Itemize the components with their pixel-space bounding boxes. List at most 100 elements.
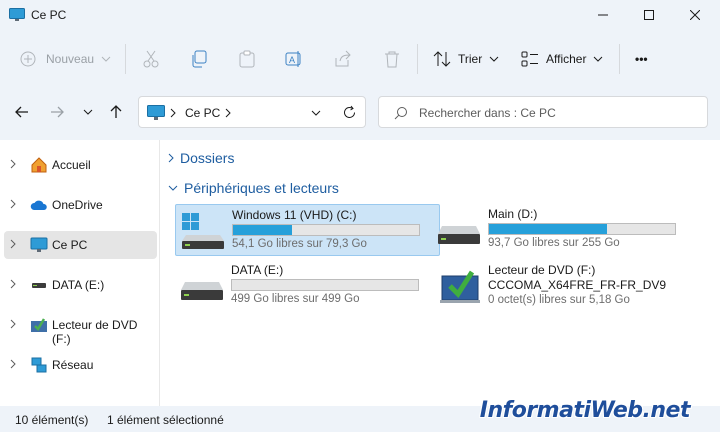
- watermark-logo: InformatiWeb.net: [479, 398, 691, 423]
- sort-icon: [433, 51, 451, 67]
- sidebar-item-dvd-drive[interactable]: Lecteur de DVD (F:): [4, 311, 157, 346]
- rename-button[interactable]: A: [285, 38, 303, 80]
- dvd-drive-icon: [440, 270, 480, 303]
- chevron-right-icon[interactable]: [10, 159, 16, 169]
- drive-tile-c[interactable]: Windows 11 (VHD) (C:) 54,1 Go libres sur…: [175, 204, 440, 256]
- copy-icon: [192, 50, 207, 68]
- dvd-icon: [31, 318, 47, 332]
- copy-button[interactable]: [190, 38, 208, 80]
- more-icon: •••: [635, 52, 648, 66]
- chevron-down-icon: [489, 56, 499, 62]
- search-icon: [394, 107, 407, 120]
- drive-tile-f[interactable]: Lecteur de DVD (F:) CCCOMA_X64FRE_FR-FR_…: [432, 260, 697, 312]
- item-count: 10 élément(s): [15, 413, 89, 427]
- scissors-icon: [143, 50, 159, 68]
- new-label: Nouveau: [46, 52, 95, 66]
- sort-button[interactable]: Trier: [433, 38, 499, 80]
- main-pane: Dossiers Périphériques et lecteurs Windo…: [160, 140, 720, 406]
- chevron-right-icon: [170, 108, 176, 118]
- share-button[interactable]: [334, 38, 352, 80]
- forward-button[interactable]: [47, 102, 67, 122]
- chevron-right-icon[interactable]: [10, 279, 16, 289]
- delete-button[interactable]: [383, 38, 401, 80]
- drive-name: Windows 11 (VHD) (C:): [232, 208, 357, 222]
- refresh-icon[interactable]: [342, 105, 357, 120]
- monitor-icon: [9, 8, 25, 21]
- free-space: 0 octet(s) libres sur 5,18 Go: [488, 294, 630, 306]
- sidebar-item-label: OneDrive: [52, 198, 103, 212]
- separator: [619, 44, 620, 74]
- chevron-right-icon[interactable]: [10, 199, 16, 209]
- separator: [125, 44, 126, 74]
- chevron-right-icon[interactable]: [10, 319, 16, 329]
- arrow-up-icon: [110, 105, 122, 118]
- search-box[interactable]: Rechercher dans : Ce PC: [378, 96, 708, 128]
- svg-text:A: A: [289, 55, 295, 65]
- windows-drive-icon: [182, 213, 224, 249]
- usage-fill: [233, 225, 293, 235]
- free-space: 499 Go libres sur 499 Go: [231, 293, 360, 305]
- paste-button[interactable]: [238, 38, 256, 80]
- separator: [417, 44, 418, 74]
- free-space: 54,1 Go libres sur 79,3 Go: [232, 238, 367, 250]
- sidebar-item-network[interactable]: Réseau: [4, 351, 157, 379]
- chevron-down-icon[interactable]: [311, 110, 321, 116]
- view-label: Afficher: [546, 52, 587, 66]
- section-label: Périphériques et lecteurs: [184, 180, 339, 196]
- sidebar-item-this-pc[interactable]: Ce PC: [4, 231, 157, 259]
- close-button[interactable]: [672, 0, 718, 30]
- hard-drive-icon: [181, 282, 223, 300]
- address-row: Ce PC Rechercher dans : Ce PC: [0, 92, 720, 132]
- chevron-down-icon: [594, 56, 603, 62]
- sidebar-item-home[interactable]: Accueil: [4, 151, 157, 179]
- more-options-button[interactable]: •••: [635, 38, 648, 80]
- section-devices[interactable]: Périphériques et lecteurs: [168, 178, 339, 198]
- sort-label: Trier: [458, 52, 483, 66]
- sidebar-item-label: Ce PC: [52, 238, 88, 252]
- sidebar-item-label: Accueil: [52, 158, 91, 172]
- monitor-icon: [30, 237, 48, 252]
- clipboard-icon: [239, 50, 255, 68]
- command-bar: Nouveau A Trier Afficher •••: [0, 38, 720, 80]
- arrow-left-icon: [15, 106, 28, 118]
- plus-circle-icon: [20, 51, 36, 67]
- trash-icon: [385, 51, 399, 68]
- chevron-down-icon: [83, 109, 93, 115]
- selection-count: 1 élément sélectionné: [107, 413, 224, 427]
- sidebar-item-onedrive[interactable]: OneDrive: [4, 191, 157, 219]
- navigation-pane: Accueil OneDrive Ce PC DATA (E:) Lecteur…: [0, 140, 160, 406]
- back-button[interactable]: [12, 102, 32, 122]
- recent-locations-button[interactable]: [78, 102, 98, 122]
- section-label: Dossiers: [180, 150, 235, 166]
- address-bar[interactable]: Ce PC: [138, 96, 366, 128]
- chevron-right-icon[interactable]: [10, 239, 16, 249]
- drive-icon: [32, 283, 46, 288]
- drive-name: Lecteur de DVD (F:): [488, 263, 596, 277]
- volume-label: CCCOMA_X64FRE_FR-FR_DV9: [488, 278, 667, 292]
- usage-fill: [489, 224, 607, 234]
- drive-tile-e[interactable]: DATA (E:) 499 Go libres sur 499 Go: [175, 260, 440, 312]
- view-button[interactable]: Afficher: [521, 38, 603, 80]
- minimize-button[interactable]: [580, 0, 626, 30]
- section-folders[interactable]: Dossiers: [168, 148, 234, 168]
- minimize-icon: [598, 14, 608, 16]
- up-button[interactable]: [106, 102, 126, 122]
- search-placeholder: Rechercher dans : Ce PC: [419, 106, 556, 120]
- chevron-down-icon: [101, 56, 111, 62]
- breadcrumb[interactable]: Ce PC: [185, 106, 220, 120]
- cut-button[interactable]: [142, 38, 160, 80]
- maximize-button[interactable]: [626, 0, 672, 30]
- home-icon: [31, 157, 47, 173]
- chevron-right-icon: [168, 153, 174, 163]
- window-title: Ce PC: [31, 8, 67, 22]
- hard-drive-icon: [438, 226, 480, 244]
- sidebar-item-label: Lecteur de DVD (F:): [52, 318, 138, 346]
- close-icon: [690, 10, 700, 20]
- sidebar-item-data-drive[interactable]: DATA (E:): [4, 271, 157, 299]
- maximize-icon: [644, 10, 654, 20]
- chevron-right-icon[interactable]: [10, 359, 16, 369]
- new-button[interactable]: Nouveau: [20, 38, 111, 80]
- sidebar-item-label: DATA (E:): [52, 278, 105, 292]
- network-icon: [31, 357, 47, 373]
- drive-tile-d[interactable]: Main (D:) 93,7 Go libres sur 255 Go: [432, 204, 697, 256]
